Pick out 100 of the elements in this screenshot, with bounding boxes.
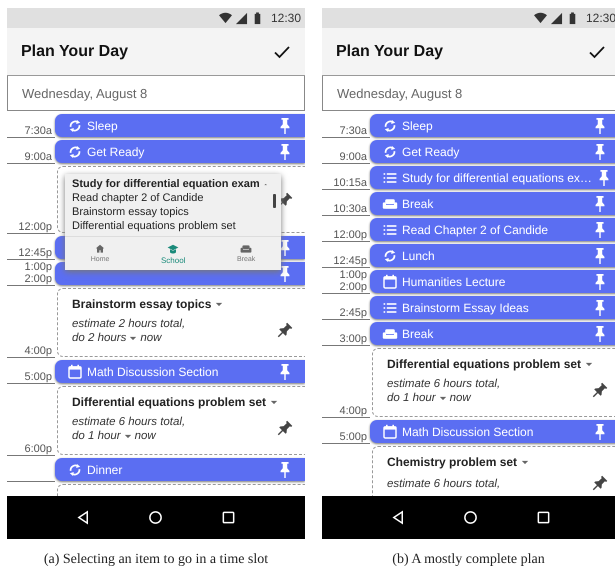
estimate-text: estimate 6 hours total, [387, 477, 500, 491]
back-icon[interactable] [390, 510, 406, 525]
event-label: Math Discussion Section [87, 364, 220, 378]
task-card[interactable]: Differential equations problem set estimate 6 hours total, do 1 hour now [372, 348, 615, 417]
event-block[interactable]: Sleep [55, 114, 305, 137]
event-block[interactable]: Math Discussion Section [55, 360, 305, 383]
list-item[interactable]: Study for differential equation exam [72, 178, 260, 190]
time-label: 5:00p [339, 431, 368, 443]
graduation-cap-icon [167, 243, 180, 255]
time-label: 9:00a [24, 151, 53, 163]
event-block[interactable]: Humanities Lecture [370, 270, 615, 293]
time-label: 9:00a [339, 151, 368, 163]
time-label: 7:30a [339, 125, 368, 137]
date-field[interactable]: Wednesday, August 8 [7, 76, 305, 111]
event-label: Sleep [402, 118, 434, 132]
date-field[interactable]: Wednesday, August 8 [322, 76, 615, 111]
event-block[interactable]: Dinner [55, 458, 305, 481]
time-label: 10:30a [333, 203, 368, 215]
task-title: Differential equations problem set [387, 357, 582, 371]
event-block[interactable]: Study for differential equations ex… [370, 166, 615, 189]
event-label: Get Ready [87, 144, 146, 158]
event-label: Brainstorm Essay Ideas [402, 300, 530, 314]
refresh-icon [67, 462, 83, 478]
figure-caption: (b) A mostly complete plan [392, 552, 545, 568]
event-block[interactable]: Math Discussion Section [370, 420, 615, 443]
duration-text: do 1 hour [387, 391, 436, 405]
caret-icon [215, 302, 224, 306]
event-label: Study for differential equations ex… [402, 170, 592, 184]
back-icon[interactable] [76, 510, 91, 525]
calendar-icon [67, 364, 83, 380]
wifi-icon [218, 12, 232, 24]
time-label: 6:00p [24, 443, 53, 455]
caret-icon [270, 400, 278, 404]
event-label: Humanities Lecture [402, 274, 506, 288]
estimate-text: estimate 2 hours total, [72, 317, 186, 331]
home-icon[interactable] [148, 510, 164, 525]
event-block[interactable]: Get Ready [370, 140, 615, 163]
refresh-icon [67, 144, 83, 160]
time-label: 4:00p [24, 345, 53, 357]
caret-icon [438, 396, 447, 400]
duration-text: do 2 hours [72, 331, 126, 345]
sofa-icon [240, 243, 252, 255]
time-label: 10:15a [333, 177, 368, 189]
duration-text: do 1 hour [72, 429, 121, 443]
signal-icon [234, 12, 248, 24]
task-card[interactable]: Brainstorm essay topics estimate 2 hours total, do 2 hours now [57, 288, 305, 357]
list-item[interactable]: Read chapter 2 of Candide [72, 192, 267, 204]
time-label: 1:00p [339, 269, 368, 281]
calendar-icon [382, 274, 398, 290]
list-item[interactable]: Differential equations problem set [72, 220, 267, 232]
time-label: 12:00p [333, 229, 368, 241]
refresh-icon [382, 144, 398, 160]
wifi-icon [534, 12, 547, 24]
time-label: 2:45p [339, 307, 368, 319]
screen-title: Plan Your Day [21, 42, 128, 60]
event-label: Sleep [87, 118, 119, 132]
scrollbar-thumb[interactable] [273, 194, 276, 208]
time-label: 12:45p [18, 247, 53, 259]
event-block[interactable]: Get Ready [55, 140, 305, 163]
home-icon[interactable] [463, 510, 478, 525]
task-card[interactable]: Differential equations problem set estimate 6 hours total, do 1 hour now [57, 386, 305, 455]
time-label: 2:00p [24, 273, 53, 285]
time-label: 12:00p [18, 221, 53, 233]
when-text: now [140, 331, 162, 345]
task-title: Chemistry problem set [387, 455, 518, 469]
calendar-icon [382, 424, 398, 440]
event-label: Break [402, 326, 434, 340]
caret-icon [521, 460, 530, 464]
refresh-icon [382, 118, 398, 134]
event-label: Lunch [402, 248, 436, 262]
event-block[interactable]: Break [370, 192, 615, 215]
list-item[interactable]: Brainstorm essay topics [72, 206, 267, 218]
home-icon [94, 243, 106, 255]
event-label: Dinner [87, 462, 124, 476]
refresh-icon [67, 118, 83, 134]
time-label: 4:00p [339, 405, 368, 417]
task-title: Differential equations problem set [72, 395, 266, 409]
task-title: Brainstorm essay topics [72, 297, 212, 311]
category-tab[interactable]: School [152, 243, 194, 265]
caret-icon [585, 362, 594, 366]
time-label: 1:00p [24, 261, 53, 273]
event-block[interactable]: Brainstorm Essay Ideas [370, 296, 615, 319]
screen-title: Plan Your Day [336, 42, 443, 60]
refresh-icon [382, 248, 398, 264]
time-label: 12:45p [333, 255, 368, 267]
event-block[interactable]: Lunch [370, 244, 615, 267]
event-block[interactable]: Break [370, 322, 615, 345]
caret-icon [129, 336, 138, 340]
caret-icon [124, 434, 132, 438]
event-block[interactable]: Sleep [370, 114, 615, 137]
status-time: 12:30 [270, 11, 301, 25]
recents-icon[interactable] [536, 510, 552, 525]
event-block[interactable]: Read Chapter 2 of Candide [370, 218, 615, 241]
estimate-text: estimate 6 hours total, [72, 415, 186, 429]
recents-icon[interactable] [221, 510, 236, 525]
when-text: now [450, 391, 471, 405]
time-label: 2:00p [339, 281, 368, 293]
event-label: Break [402, 196, 434, 210]
time-label: 7:30a [24, 125, 53, 137]
event-label: Math Discussion Section [402, 424, 534, 438]
